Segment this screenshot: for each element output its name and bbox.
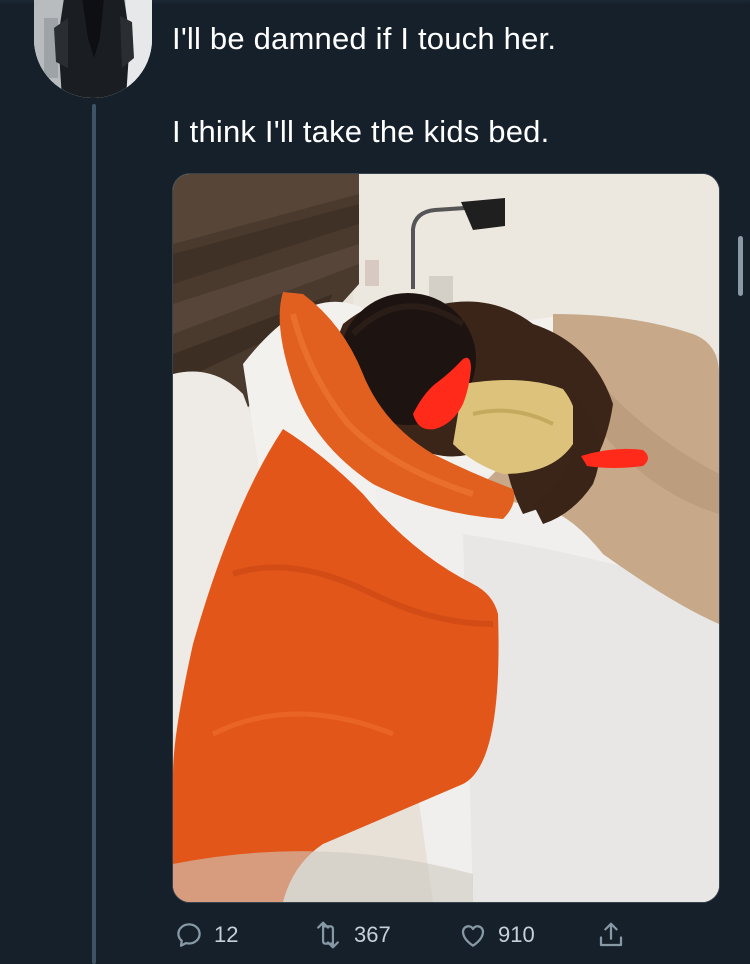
- retweet-count: 367: [354, 922, 391, 947]
- heart-icon: [461, 925, 485, 947]
- tweet-photo[interactable]: [172, 173, 720, 903]
- tweet: I'll be damned if I touch her. I think I…: [0, 0, 750, 964]
- reply-icon: [177, 923, 201, 947]
- share-icon: [599, 922, 623, 947]
- share-button[interactable]: [596, 920, 626, 950]
- photo-image: [173, 174, 719, 902]
- avatar-image: [34, 0, 152, 98]
- like-button[interactable]: 910: [458, 920, 535, 950]
- tweet-text-line-1: I'll be damned if I touch her.: [172, 21, 557, 56]
- reply-button[interactable]: 12: [174, 920, 238, 950]
- thread-line: [92, 104, 96, 964]
- scrollbar-thumb[interactable]: [738, 236, 743, 296]
- like-count: 910: [498, 922, 535, 947]
- tweet-text-line-2: I think I'll take the kids bed.: [172, 114, 550, 149]
- reply-count: 12: [214, 922, 239, 947]
- tweet-action-bar: 12 367 910: [172, 920, 692, 960]
- retweet-button[interactable]: 367: [312, 920, 391, 950]
- avatar[interactable]: [34, 0, 152, 98]
- retweet-icon: [317, 921, 339, 949]
